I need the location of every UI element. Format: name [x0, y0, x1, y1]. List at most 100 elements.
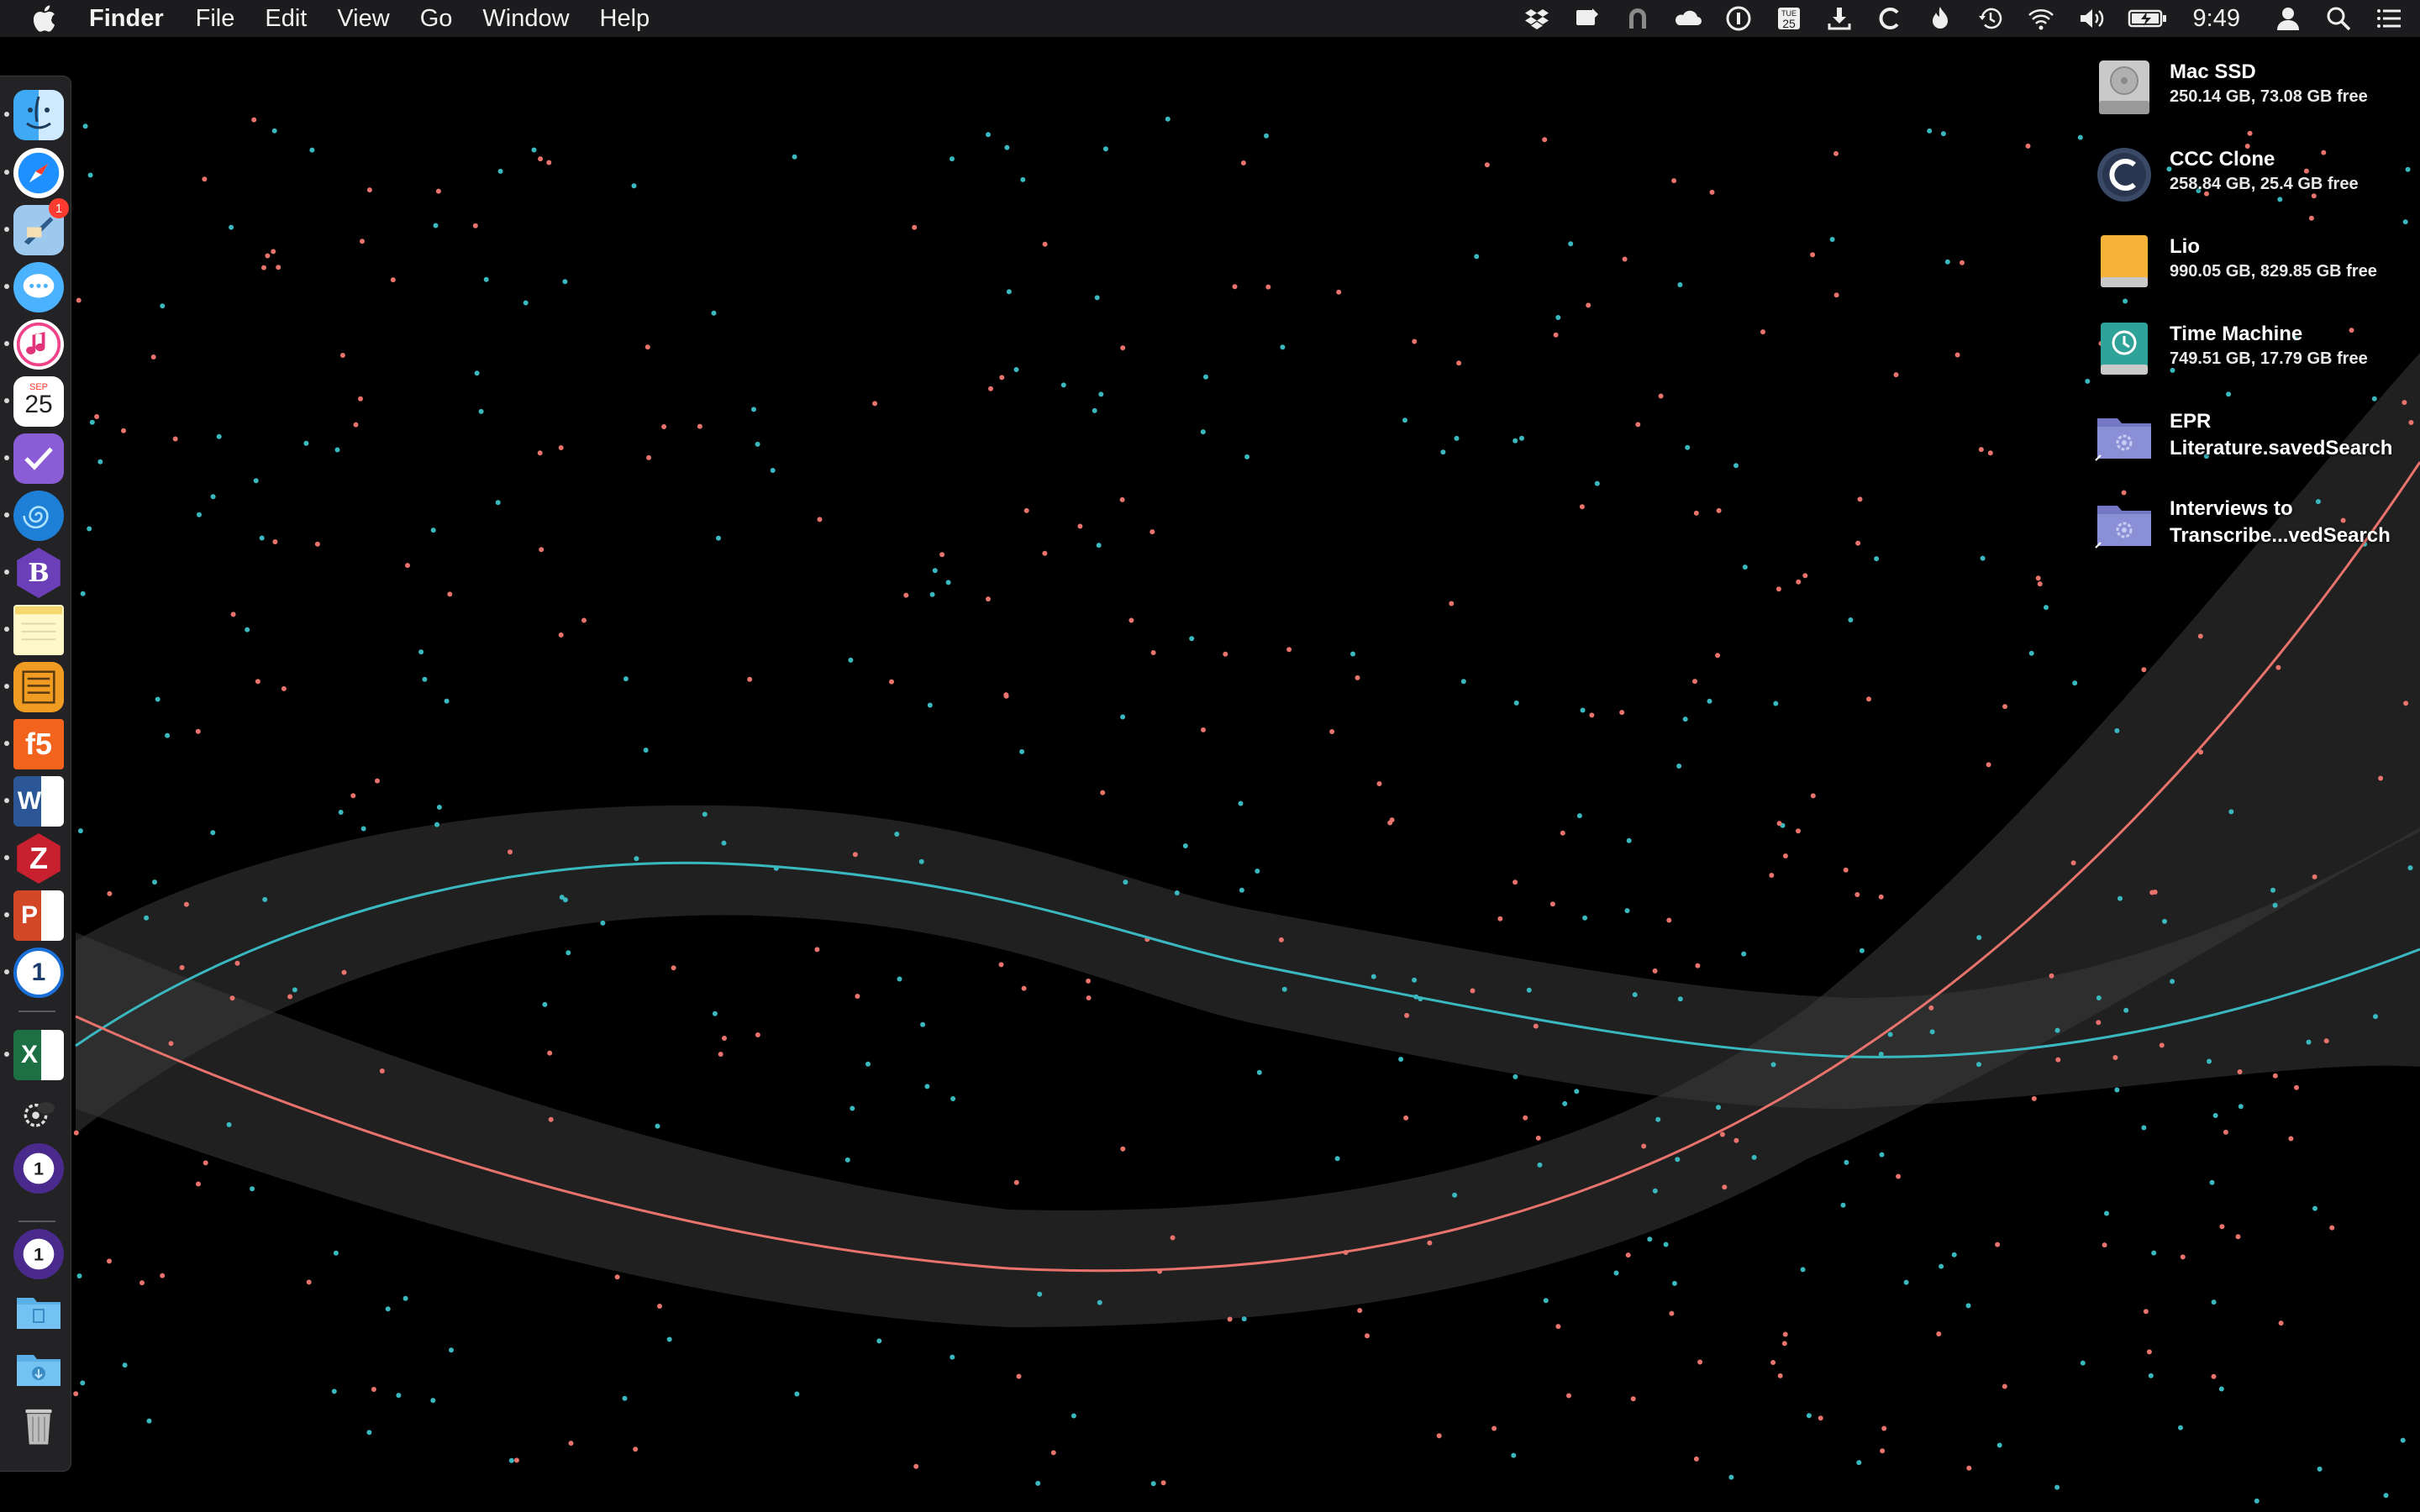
user-icon[interactable] — [2274, 4, 2302, 33]
notification-icon[interactable] — [1573, 4, 1602, 33]
scatter-dot — [2037, 581, 2043, 587]
cloud-icon[interactable] — [1674, 4, 1702, 33]
scatter-dot — [558, 445, 564, 450]
desktop-item-subtitle: 749.51 GB, 17.79 GB free — [2170, 349, 2368, 368]
scatter-dot — [1626, 837, 1632, 843]
scatter-dot — [1511, 1452, 1517, 1458]
trash-icon[interactable] — [13, 1400, 64, 1451]
scatter-dot — [1355, 675, 1360, 680]
nautilus-app-icon[interactable] — [13, 491, 64, 541]
scatter-dot — [2329, 1225, 2335, 1231]
scatter-dot — [1940, 131, 1946, 137]
menu-file[interactable]: File — [196, 5, 235, 33]
scatter-dot — [1119, 496, 1125, 502]
desktop-item-time-machine[interactable]: Time Machine 749.51 GB, 17.79 GB free — [2094, 319, 2413, 386]
word-app-icon[interactable]: W — [13, 776, 64, 827]
calendar-date-icon[interactable]: TUE 25 — [1775, 4, 1803, 33]
bbedit-app-icon[interactable]: B — [17, 548, 60, 598]
apple-logo-icon[interactable] — [34, 5, 55, 32]
1password-mini-icon[interactable]: 1 — [13, 1143, 64, 1194]
wifi-icon[interactable] — [2027, 4, 2055, 33]
menu-view[interactable]: View — [337, 5, 389, 33]
scatter-dot — [1004, 144, 1010, 150]
scrivener-app-icon[interactable] — [13, 662, 64, 712]
downloads-folder-icon[interactable] — [13, 1343, 64, 1394]
scatter-dot — [531, 147, 537, 153]
desktop-item-mac-ssd[interactable]: Mac SSD 250.14 GB, 73.08 GB free — [2094, 57, 2413, 124]
running-indicator — [4, 684, 9, 689]
calendar-date-text: 25 — [1782, 17, 1796, 30]
scatter-dot — [1741, 951, 1747, 957]
scatter-dot — [474, 370, 480, 376]
scatter-dot — [581, 617, 587, 623]
scatter-dot — [366, 187, 372, 193]
1password-alt-icon[interactable]: 1 — [13, 1229, 64, 1279]
clock[interactable]: 9:49 — [2193, 5, 2240, 33]
menu-window[interactable]: Window — [482, 5, 569, 33]
1password-icon[interactable] — [1724, 4, 1753, 33]
scatter-dot — [1086, 978, 1092, 984]
dropbox-icon[interactable] — [1523, 4, 1551, 33]
scatter-dot — [422, 676, 428, 682]
scatter-dot — [1770, 1062, 1776, 1068]
scatter-dot — [1329, 729, 1335, 734]
scatter-dot — [1986, 762, 1991, 768]
ccc-icon[interactable] — [1876, 4, 1904, 33]
scatter-dot — [1733, 463, 1739, 469]
scatter-dot — [1440, 449, 1446, 455]
desktop-item-subtitle: 258.84 GB, 25.4 GB free — [2170, 175, 2359, 193]
powerpoint-app-icon[interactable]: P — [13, 890, 64, 941]
scatter-dot — [183, 901, 189, 907]
scatter-dot — [331, 1389, 337, 1394]
notes-app-icon[interactable] — [13, 605, 64, 655]
scatter-dot — [1436, 1433, 1442, 1439]
1password-app-icon[interactable]: 1 — [13, 948, 64, 998]
scatter-dot — [2141, 1125, 2147, 1131]
dock-separator — [18, 1221, 55, 1222]
scatter-dot — [1537, 1162, 1543, 1168]
download-icon[interactable] — [1825, 4, 1854, 33]
menu-go[interactable]: Go — [420, 5, 453, 33]
messages-app-icon[interactable] — [13, 262, 64, 312]
f5-app-icon[interactable]: f5 — [13, 719, 64, 769]
time-machine-icon[interactable] — [1976, 4, 2005, 33]
itunes-app-icon[interactable] — [13, 319, 64, 370]
zotero-app-icon[interactable]: Z — [17, 833, 60, 884]
spotlight-search-icon[interactable] — [2324, 4, 2353, 33]
desktop-item-lio[interactable]: Lio 990.05 GB, 829.85 GB free — [2094, 232, 2413, 299]
time-machine-drive-icon — [2101, 323, 2148, 375]
arc-icon[interactable] — [1623, 4, 1652, 33]
scatter-dot — [1965, 1303, 1971, 1309]
battery-icon[interactable] — [2128, 4, 2168, 33]
excel-app-icon[interactable]: X — [13, 1030, 64, 1080]
scatter-dot — [1777, 1373, 1783, 1378]
flame-icon[interactable] — [1926, 4, 1954, 33]
documents-folder-icon[interactable] — [13, 1286, 64, 1336]
scatter-dot — [1693, 1456, 1699, 1462]
scatter-dot — [2294, 1084, 2299, 1090]
scatter-dot — [671, 965, 676, 971]
bartender-app-icon[interactable] — [13, 1089, 64, 1139]
omnifocus-app-icon[interactable] — [13, 433, 64, 484]
scatter-dot — [1189, 636, 1195, 642]
scatter-dot — [1671, 178, 1677, 184]
desktop-item-epr-literature[interactable]: EPR Literature.savedSearch — [2094, 407, 2413, 474]
desktop-item-interviews[interactable]: Interviews to Transcribe...vedSearch — [2094, 494, 2413, 561]
app-menu-finder[interactable]: Finder — [89, 5, 164, 33]
running-indicator — [4, 627, 9, 632]
scatter-dot — [546, 160, 552, 165]
scatter-dot — [1100, 790, 1106, 795]
scatter-dot — [2197, 633, 2203, 639]
safari-app-icon[interactable] — [13, 148, 64, 198]
desktop-item-ccc-clone[interactable]: CCC Clone 258.84 GB, 25.4 GB free — [2094, 144, 2413, 212]
mail-app-icon[interactable]: 1 — [13, 198, 69, 255]
notification-center-icon[interactable] — [2375, 4, 2403, 33]
scatter-dot — [1802, 573, 1808, 579]
volume-icon[interactable] — [2077, 4, 2106, 33]
scatter-dot — [1586, 302, 1591, 308]
menu-help[interactable]: Help — [600, 5, 650, 33]
finder-app-icon[interactable] — [13, 90, 64, 140]
scatter-dot — [82, 123, 88, 129]
calendar-app-icon[interactable]: SEP 25 — [13, 376, 64, 427]
menu-edit[interactable]: Edit — [265, 5, 307, 33]
